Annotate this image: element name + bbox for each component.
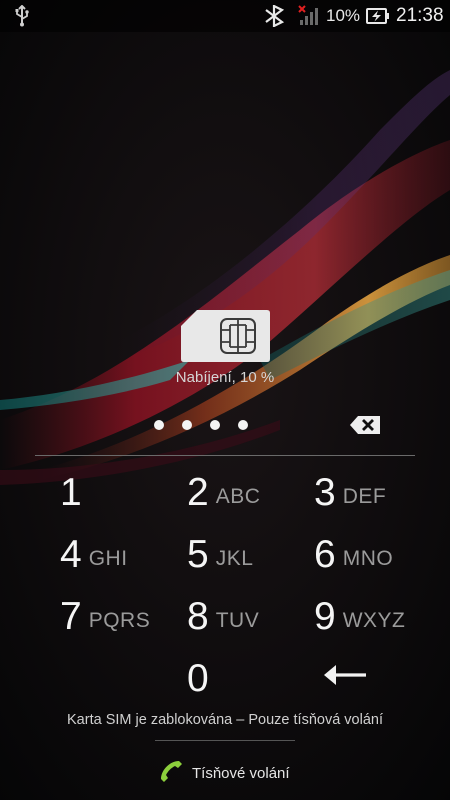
key-digit: 4: [60, 532, 82, 576]
key-letters: DEF: [342, 485, 387, 508]
phone-handset-icon: [158, 758, 184, 789]
key-letters: GHI: [88, 547, 128, 570]
pin-entry-field[interactable]: [0, 412, 450, 442]
key-letters: MNO: [342, 547, 394, 570]
pin-divider: [35, 455, 415, 456]
backspace-icon[interactable]: [349, 415, 381, 440]
pin-dots: [154, 420, 248, 430]
key-6[interactable]: 6 MNO: [314, 524, 393, 584]
pin-dot: [238, 420, 248, 430]
pin-dot: [182, 420, 192, 430]
emergency-call-label: Tísňové volání: [192, 765, 290, 782]
key-digit: 6: [314, 532, 336, 576]
key-5[interactable]: 5 JKL: [187, 524, 253, 584]
sim-card-icon: [181, 310, 271, 367]
sim-locked-message: Karta SIM je zablokována – Pouze tísňová…: [67, 712, 383, 728]
no-signal-icon: [298, 5, 322, 32]
key-0[interactable]: 0: [187, 648, 216, 708]
status-bar: 10% 21:38: [0, 0, 450, 32]
enter-arrow-icon[interactable]: [322, 662, 368, 693]
battery-percent: 10%: [326, 6, 361, 25]
key-digit: 7: [60, 594, 82, 638]
key-letters: JKL: [215, 547, 254, 570]
key-3[interactable]: 3 DEF: [314, 462, 386, 522]
key-8[interactable]: 8 TUV: [187, 586, 259, 646]
key-digit: 5: [187, 532, 209, 576]
footer-divider: [155, 740, 295, 741]
key-letters: WXYZ: [342, 609, 406, 632]
key-4[interactable]: 4 GHI: [60, 524, 128, 584]
battery-charging-icon: [366, 8, 390, 29]
key-9[interactable]: 9 WXYZ: [314, 586, 405, 646]
key-1[interactable]: 1: [60, 462, 89, 522]
emergency-call-button[interactable]: Tísňové volání: [158, 758, 290, 789]
usb-icon: [14, 4, 30, 32]
clock: 21:38: [396, 5, 444, 26]
key-7[interactable]: 7 PQRS: [60, 586, 150, 646]
pin-dot: [154, 420, 164, 430]
wallpaper: [0, 0, 450, 800]
key-digit: 9: [314, 594, 336, 638]
key-digit: 8: [187, 594, 209, 638]
charging-status-text: Nabíjení, 10 %: [175, 369, 275, 386]
key-letters: ABC: [215, 485, 261, 508]
key-digit: 3: [314, 470, 336, 514]
key-letters: TUV: [215, 609, 260, 632]
pin-dot: [210, 420, 220, 430]
key-2[interactable]: 2 ABC: [187, 462, 260, 522]
key-digit: 2: [187, 470, 209, 514]
key-digit: 1: [60, 470, 82, 514]
key-letters: PQRS: [88, 609, 151, 632]
bluetooth-icon: [262, 4, 286, 32]
key-digit: 0: [187, 656, 209, 700]
